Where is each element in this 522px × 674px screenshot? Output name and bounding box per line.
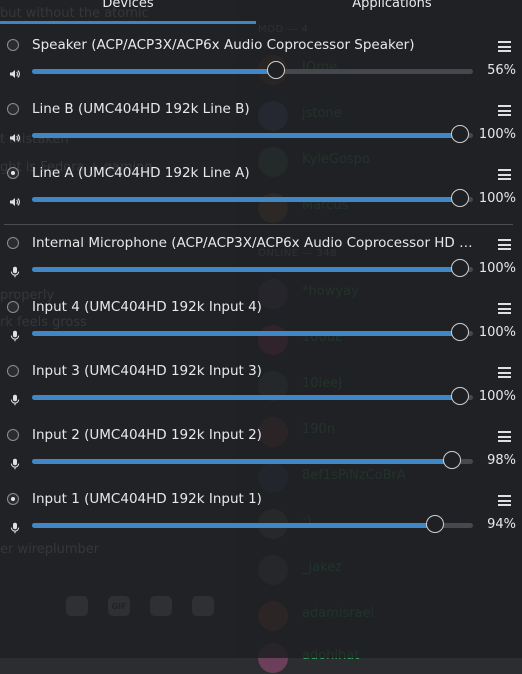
volume-slider-fill — [32, 133, 461, 138]
volume-slider[interactable] — [32, 515, 473, 533]
device-menu-button[interactable] — [498, 303, 511, 314]
volume-percentage: 100% — [478, 127, 516, 142]
device-row: Line A (UMC404HD 192k Line A) 100% — [0, 160, 522, 224]
device-row: Input 1 (UMC404HD 192k Input 1) 94% — [0, 486, 522, 550]
volume-slider-handle[interactable] — [442, 451, 461, 469]
microphone-icon[interactable] — [9, 391, 21, 406]
volume-percentage: 100% — [478, 325, 516, 340]
volume-slider-fill — [32, 395, 461, 400]
speaker-icon[interactable] — [9, 65, 21, 78]
volume-slider[interactable] — [32, 387, 473, 405]
default-device-radio[interactable] — [7, 365, 19, 377]
device-name: Input 4 (UMC404HD 192k Input 4) — [32, 299, 262, 315]
volume-slider-handle[interactable] — [425, 515, 444, 533]
default-device-radio[interactable] — [7, 103, 19, 115]
output-input-divider — [4, 224, 513, 225]
volume-percentage: 100% — [478, 191, 516, 206]
active-tab-indicator — [0, 21, 256, 24]
volume-slider-fill — [32, 459, 453, 464]
device-menu-button[interactable] — [498, 169, 511, 180]
volume-slider-handle[interactable] — [451, 189, 469, 207]
volume-slider[interactable] — [32, 451, 473, 469]
device-row: Input 3 (UMC404HD 192k Input 3) 100% — [0, 358, 522, 422]
volume-slider[interactable] — [32, 323, 473, 341]
tab-bar: Devices Applications — [0, 0, 522, 24]
volume-slider-handle[interactable] — [451, 125, 469, 143]
tab-devices[interactable]: Devices — [0, 0, 256, 11]
tab-applications[interactable]: Applications — [262, 0, 522, 11]
volume-percentage: 94% — [487, 517, 516, 532]
device-menu-button[interactable] — [498, 105, 511, 116]
volume-percentage: 100% — [478, 389, 516, 404]
microphone-icon[interactable] — [9, 455, 21, 470]
volume-slider-fill — [32, 523, 436, 528]
volume-slider-fill — [32, 267, 461, 272]
default-device-radio[interactable] — [7, 493, 19, 505]
device-menu-button[interactable] — [498, 367, 511, 378]
microphone-icon[interactable] — [9, 263, 21, 278]
volume-slider-fill — [32, 197, 461, 202]
microphone-icon[interactable] — [9, 327, 21, 342]
volume-slider[interactable] — [32, 259, 473, 277]
speaker-icon[interactable] — [9, 193, 21, 206]
device-row: Speaker (ACP/ACP3X/ACP6x Audio Coprocess… — [0, 32, 522, 96]
volume-slider[interactable] — [32, 125, 473, 143]
device-name: Input 1 (UMC404HD 192k Input 1) — [32, 491, 262, 507]
default-device-radio[interactable] — [7, 39, 19, 51]
volume-slider[interactable] — [32, 189, 473, 207]
volume-slider-fill — [32, 69, 277, 74]
device-name: Line A (UMC404HD 192k Line A) — [32, 165, 250, 181]
default-device-radio[interactable] — [7, 429, 19, 441]
device-row: Input 2 (UMC404HD 192k Input 2) 98% — [0, 422, 522, 486]
volume-slider-fill — [32, 331, 461, 336]
volume-slider-handle[interactable] — [451, 323, 469, 341]
speaker-icon[interactable] — [9, 129, 21, 142]
volume-percentage: 56% — [487, 63, 516, 78]
volume-percentage: 100% — [478, 261, 516, 276]
volume-slider-handle[interactable] — [266, 61, 285, 79]
device-name: Line B (UMC404HD 192k Line B) — [32, 101, 250, 117]
device-menu-button[interactable] — [498, 41, 511, 52]
device-name: Internal Microphone (ACP/ACP3X/ACP6x Aud… — [32, 235, 480, 251]
volume-slider-handle[interactable] — [451, 259, 469, 277]
audio-mixer-panel: Devices Applications Speaker (ACP/ACP3X/… — [0, 0, 522, 658]
device-menu-button[interactable] — [498, 495, 511, 506]
volume-slider[interactable] — [32, 61, 473, 79]
device-menu-button[interactable] — [498, 431, 511, 442]
device-menu-button[interactable] — [498, 239, 511, 250]
device-name: Input 3 (UMC404HD 192k Input 3) — [32, 363, 262, 379]
volume-slider-handle[interactable] — [451, 387, 469, 405]
default-device-radio[interactable] — [7, 237, 19, 249]
device-row: Internal Microphone (ACP/ACP3X/ACP6x Aud… — [0, 230, 522, 294]
microphone-icon[interactable] — [9, 519, 21, 534]
device-name: Speaker (ACP/ACP3X/ACP6x Audio Coprocess… — [32, 37, 415, 53]
device-name: Input 2 (UMC404HD 192k Input 2) — [32, 427, 262, 443]
default-device-radio[interactable] — [7, 301, 19, 313]
device-row: Input 4 (UMC404HD 192k Input 4) 100% — [0, 294, 522, 358]
device-row: Line B (UMC404HD 192k Line B) 100% — [0, 96, 522, 160]
default-device-radio[interactable] — [7, 167, 19, 179]
volume-percentage: 98% — [487, 453, 516, 468]
